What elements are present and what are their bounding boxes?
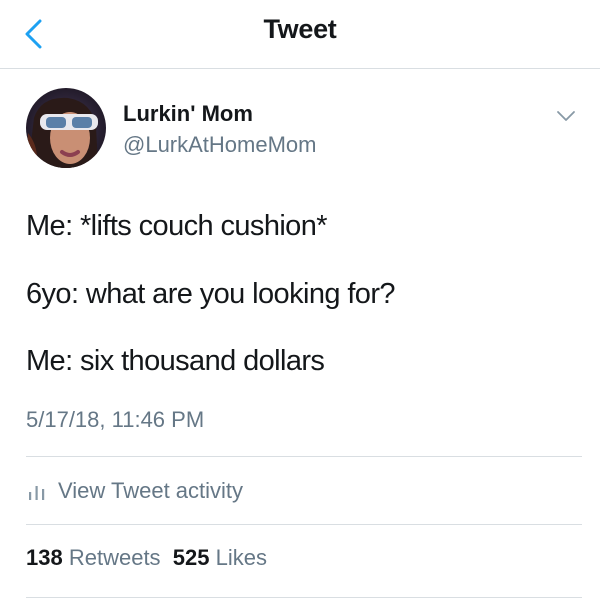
chevron-down-icon bbox=[557, 111, 575, 121]
view-tweet-activity-link[interactable]: View Tweet activity bbox=[26, 476, 243, 506]
likes-count: 525 bbox=[172, 545, 210, 570]
divider bbox=[26, 597, 582, 598]
author-display-name[interactable]: Lurkin' Mom bbox=[123, 101, 253, 127]
retweets-count: 138 bbox=[26, 545, 63, 570]
divider bbox=[26, 524, 582, 525]
retweets-stat[interactable]: 138 Retweets bbox=[26, 545, 161, 570]
analytics-icon bbox=[29, 486, 45, 500]
tweet-stats: 138 Retweets 525 Likes bbox=[26, 545, 267, 571]
view-tweet-activity-label: View Tweet activity bbox=[58, 478, 244, 503]
tweet-text-line: 6yo: what are you looking for? bbox=[26, 278, 396, 310]
author-handle[interactable]: @LurkAtHomeMom bbox=[123, 132, 317, 158]
avatar[interactable] bbox=[26, 88, 106, 168]
divider bbox=[26, 456, 582, 457]
retweets-label: Retweets bbox=[68, 545, 161, 570]
top-nav-bar: Tweet bbox=[0, 0, 600, 69]
tweet-text-line: Me: *lifts couch cushion* bbox=[26, 210, 328, 242]
page-title: Tweet bbox=[263, 14, 337, 44]
likes-label: Likes bbox=[215, 545, 267, 570]
tweet-text-line: Me: six thousand dollars bbox=[26, 345, 325, 377]
profile-photo bbox=[26, 88, 106, 168]
tweet-timestamp: 5/17/18, 11:46 PM bbox=[26, 407, 205, 432]
likes-stat[interactable]: 525 Likes bbox=[173, 545, 267, 570]
tweet-options-button[interactable] bbox=[552, 104, 580, 128]
